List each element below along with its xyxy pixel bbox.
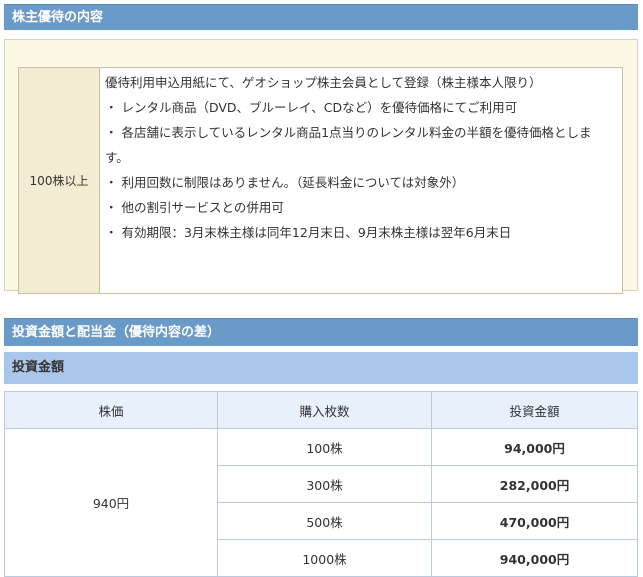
amount-cell: 940,000円 (431, 539, 638, 577)
benefit-line: ・ 各店舗に表示しているレンタル商品1点当りのレンタル料金の半額を優待価格としま (105, 125, 592, 140)
shares-cell: 500株 (217, 502, 432, 540)
section-title: 投資金額と配当金（優待内容の差） (12, 325, 221, 340)
investment-table: 株価 購入枚数 投資金額 940円 100株 94,000円 300株 282,… (4, 391, 638, 577)
column-header-shares: 購入枚数 (217, 391, 432, 429)
amount-cell: 470,000円 (431, 502, 638, 540)
benefit-line: ・ 有効期限：3月末株主様は同年12月末日、9月末株主様は翌年6月末日 (105, 225, 512, 240)
amount-cell: 282,000円 (431, 465, 638, 503)
benefit-line: ・ レンタル商品（DVD、ブルーレイ、CDなど）を優待価格にてご利用可 (105, 100, 518, 115)
price-cell: 940円 (4, 428, 218, 577)
benefit-line: す。 (105, 150, 129, 165)
table-row: 940円 100株 94,000円 (4, 428, 638, 577)
shares-cell: 1000株 (217, 539, 432, 577)
section-header-benefits: 株主優待の内容 (4, 4, 638, 30)
benefit-table: 100株以上 優待利用申込用紙にて、ゲオショップ株主会員として登録（株主様本人限… (18, 67, 623, 294)
section-header-investment: 投資金額と配当金（優待内容の差） (4, 318, 638, 346)
benefit-line: ・ 利用回数に制限はありません。（延長料金については対象外） (105, 175, 465, 190)
column-header-amount: 投資金額 (431, 391, 638, 429)
benefit-line: 優待利用申込用紙にて、ゲオショップ株主会員として登録（株主様本人限り） (105, 75, 542, 90)
section-title: 株主優待の内容 (12, 10, 104, 25)
amount-cell: 94,000円 (431, 428, 638, 466)
shares-cell: 100株 (217, 428, 432, 466)
table-header-row: 株価 購入枚数 投資金額 (4, 391, 638, 429)
column-header-price: 株価 (4, 391, 218, 429)
benefit-panel: 100株以上 優待利用申込用紙にて、ゲオショップ株主会員として登録（株主様本人限… (4, 39, 638, 294)
benefit-line: ・ 他の割引サービスとの併用可 (105, 200, 284, 215)
shares-cell: 300株 (217, 465, 432, 503)
benefit-content: 優待利用申込用紙にて、ゲオショップ株主会員として登録（株主様本人限り） ・ レン… (99, 67, 623, 294)
benefit-condition: 100株以上 (18, 67, 100, 294)
subsection-title: 投資金額 (12, 360, 65, 375)
subsection-header: 投資金額 (4, 352, 638, 384)
